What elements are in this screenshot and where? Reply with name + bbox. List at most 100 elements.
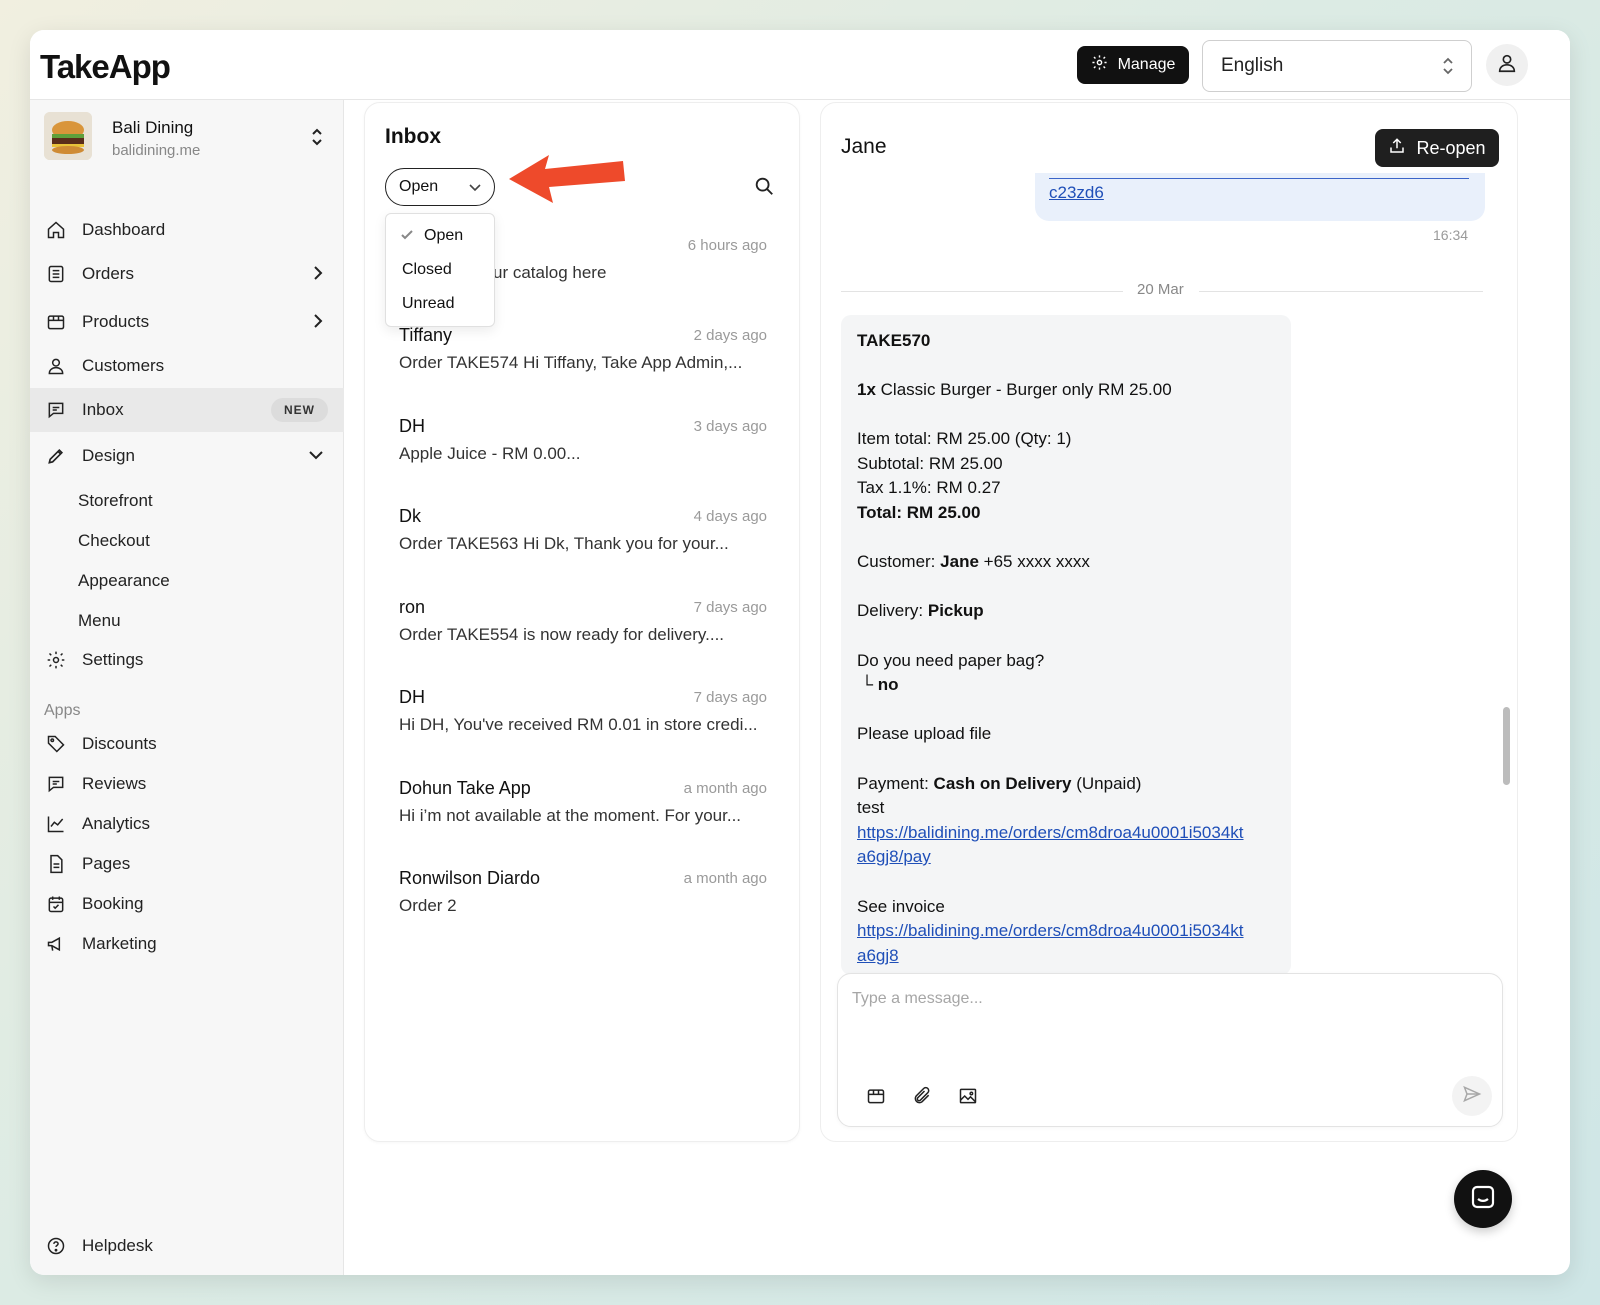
app-window: TakeApp Manage English Bali Dining balid… — [30, 30, 1570, 1275]
upload-icon — [1388, 137, 1406, 160]
box-icon — [46, 312, 66, 332]
sidebar-item-dashboard[interactable]: Dashboard — [30, 208, 344, 252]
note-text: test — [857, 798, 885, 817]
sidebar-item-menu[interactable]: Menu — [78, 611, 121, 631]
reopen-button[interactable]: Re-open — [1375, 129, 1499, 167]
previous-message-bubble: c23zd6 — [1035, 173, 1485, 221]
conversation-name: Ronwilson Diardo — [399, 868, 541, 888]
sidebar-item-checkout[interactable]: Checkout — [78, 531, 150, 551]
conversation-item[interactable]: Dohun Take App a month ago Hi i’m not av… — [399, 778, 767, 858]
sidebar-item-label: Analytics — [82, 814, 151, 833]
conversation-name: Dohun Take App — [399, 778, 531, 798]
pay-link-continued[interactable]: a6gj8/pay — [857, 845, 931, 870]
conversation-item[interactable]: DH 7 days ago Hi DH, You've received RM … — [399, 687, 767, 767]
paperclip-icon[interactable] — [912, 1086, 932, 1111]
sidebar-item-analytics[interactable]: Analytics — [30, 802, 344, 846]
sidebar-item-appearance[interactable]: Appearance — [78, 571, 170, 591]
sidebar-item-label: Design — [82, 446, 135, 465]
user-avatar-button[interactable] — [1486, 44, 1528, 86]
tax: Tax 1.1%: RM 0.27 — [857, 478, 1001, 497]
item-text: Classic Burger - Burger only RM 25.00 — [880, 380, 1172, 399]
sidebar-item-pages[interactable]: Pages — [30, 842, 344, 886]
image-icon[interactable] — [958, 1086, 978, 1111]
reopen-label: Re-open — [1416, 137, 1486, 158]
filter-option-open[interactable]: Open — [424, 227, 463, 245]
conversation-preview: Hi DH, You've received RM 0.01 in store … — [399, 715, 758, 734]
pen-icon — [46, 446, 66, 466]
sidebar-item-design[interactable]: Design — [30, 434, 344, 478]
conversation-preview: Apple Juice - RM 0.00... — [399, 444, 581, 463]
sidebar-item-booking[interactable]: Booking — [30, 882, 344, 926]
send-button[interactable] — [1452, 1076, 1492, 1116]
order-total: Total: RM 25.00 — [857, 503, 981, 522]
chat-contact-name: Jane — [841, 135, 887, 158]
search-button[interactable] — [753, 175, 775, 202]
conversation-item[interactable]: ron 7 days ago Order TAKE554 is now read… — [399, 597, 767, 677]
conversation-preview: Order 2 — [399, 896, 457, 915]
filter-option-unread[interactable]: Unread — [402, 295, 454, 313]
sidebar-item-label: Pages — [82, 854, 131, 873]
status-filter-select[interactable]: Open — [385, 168, 495, 206]
sidebar-item-marketing[interactable]: Marketing — [30, 922, 344, 966]
conversation-time: 2 days ago — [693, 327, 767, 344]
conversation-item[interactable]: DH 3 days ago Apple Juice - RM 0.00... — [399, 416, 767, 496]
conversation-time: 7 days ago — [693, 689, 767, 706]
subtotal: Subtotal: RM 25.00 — [857, 454, 1003, 473]
sidebar-item-label: Booking — [82, 894, 144, 913]
sidebar-item-label: Inbox — [82, 400, 124, 419]
manage-label: Manage — [1117, 56, 1176, 73]
message-input[interactable] — [852, 990, 1482, 1050]
sidebar-item-inbox[interactable]: Inbox NEW — [30, 388, 344, 432]
sidebar-item-customers[interactable]: Customers — [30, 344, 344, 388]
date-separator: 20 Mar — [841, 281, 1483, 301]
sidebar-item-storefront[interactable]: Storefront — [78, 491, 153, 511]
invoice-link[interactable]: https://balidining.me/orders/cm8droa4u00… — [857, 919, 1244, 944]
item-total: Item total: RM 25.00 (Qty: 1) — [857, 429, 1072, 448]
document-icon — [46, 854, 66, 874]
invoice-link-continued[interactable]: a6gj8 — [857, 944, 899, 969]
sidebar-item-orders[interactable]: Orders — [30, 252, 344, 296]
sidebar-item-reviews[interactable]: Reviews — [30, 762, 344, 806]
support-chat-button[interactable] — [1454, 1170, 1512, 1228]
previous-message-link[interactable]: c23zd6 — [1049, 183, 1104, 203]
customer-name: Jane — [940, 552, 979, 571]
conversation-preview: Order TAKE574 Hi Tiffany, Take App Admin… — [399, 353, 743, 372]
conversation-item[interactable]: Ronwilson Diardo a month ago Order 2 — [399, 868, 767, 948]
sidebar-item-products[interactable]: Products — [30, 300, 344, 344]
check-icon — [400, 228, 414, 246]
calendar-icon — [46, 894, 66, 914]
order-message-bubble: TAKE570 1x Classic Burger - Burger only … — [841, 315, 1291, 975]
upload-text: Please upload file — [857, 724, 992, 743]
invoice-label: See invoice — [857, 897, 945, 916]
customer-phone: +65 xxxx xxxx — [983, 552, 1090, 571]
gear-icon — [46, 650, 66, 670]
megaphone-icon — [46, 934, 66, 954]
delivery-label: Delivery: — [857, 601, 924, 620]
conversation-item[interactable]: Dk 4 days ago Order TAKE563 Hi Dk, Thank… — [399, 506, 767, 586]
chat-panel: Jane Re-open c23zd6 16:34 20 Mar TAKE570… — [820, 102, 1518, 1142]
conversation-time: 6 hours ago — [687, 237, 767, 254]
filter-option-closed[interactable]: Closed — [402, 261, 452, 279]
pay-link[interactable]: https://balidining.me/orders/cm8droa4u00… — [857, 821, 1244, 846]
app-logo[interactable]: TakeApp — [40, 48, 171, 86]
question-text: Do you need paper bag? — [857, 651, 1045, 670]
conversation-item[interactable]: Tiffany 2 days ago Order TAKE574 Hi Tiff… — [399, 325, 767, 405]
item-qty: 1x — [857, 380, 876, 399]
top-bar: TakeApp Manage English — [30, 30, 1570, 100]
sidebar-item-settings[interactable]: Settings — [30, 638, 344, 682]
conversation-preview: ur catalog here — [493, 263, 607, 282]
sidebar-item-helpdesk[interactable]: Helpdesk — [30, 1224, 344, 1268]
product-icon[interactable] — [866, 1086, 886, 1111]
chevron-right-icon — [312, 264, 324, 287]
language-select[interactable]: English — [1202, 40, 1472, 92]
sidebar-item-label: Products — [82, 312, 150, 331]
chat-scrollbar[interactable] — [1503, 707, 1510, 785]
manage-button[interactable]: Manage — [1077, 46, 1189, 84]
sidebar-item-discounts[interactable]: Discounts — [30, 722, 344, 766]
customer-label: Customer: — [857, 552, 936, 571]
filter-value: Open — [399, 178, 439, 195]
delivery-value: Pickup — [927, 601, 984, 620]
sidebar: Bali Dining balidining.me Dashboard Orde… — [30, 100, 344, 1275]
store-switcher[interactable]: Bali Dining balidining.me — [44, 112, 334, 168]
conversation-name: Dk — [399, 506, 421, 526]
